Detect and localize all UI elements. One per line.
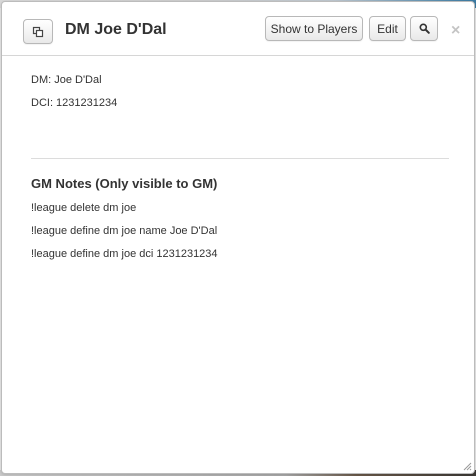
dialog-title: DM Joe D'Dal [65,21,167,38]
close-button[interactable]: × [451,23,460,39]
bio-line-dci: DCI: 1231231234 [31,97,118,109]
section-divider [31,158,449,159]
character-sheet-dialog: DM Joe D'Dal Show to Players Edit × DM: … [1,1,475,474]
gm-note-line: !league delete dm joe [31,202,137,214]
show-to-players-button[interactable]: Show to Players [265,16,363,41]
gm-note-line: !league define dm joe name Joe D'Dal [31,225,218,237]
dialog-titlebar: DM Joe D'Dal Show to Players Edit × [2,2,474,56]
gm-notes-section: !league delete dm joe !league define dm … [31,200,451,269]
popout-button[interactable] [23,19,53,44]
magnifier-icon [419,23,430,34]
edit-button[interactable]: Edit [369,16,406,41]
search-button[interactable] [410,16,438,41]
bio-line-dm: DM: Joe D'Dal [31,74,102,86]
gm-note-line: !league define dm joe dci 1231231234 [31,248,218,260]
gm-notes-heading: GM Notes (Only visible to GM) [31,176,218,191]
resize-grip-icon[interactable] [462,461,472,471]
popout-icon [32,26,44,37]
bio-section: DM: Joe D'Dal DCI: 1231231234 [31,72,451,118]
